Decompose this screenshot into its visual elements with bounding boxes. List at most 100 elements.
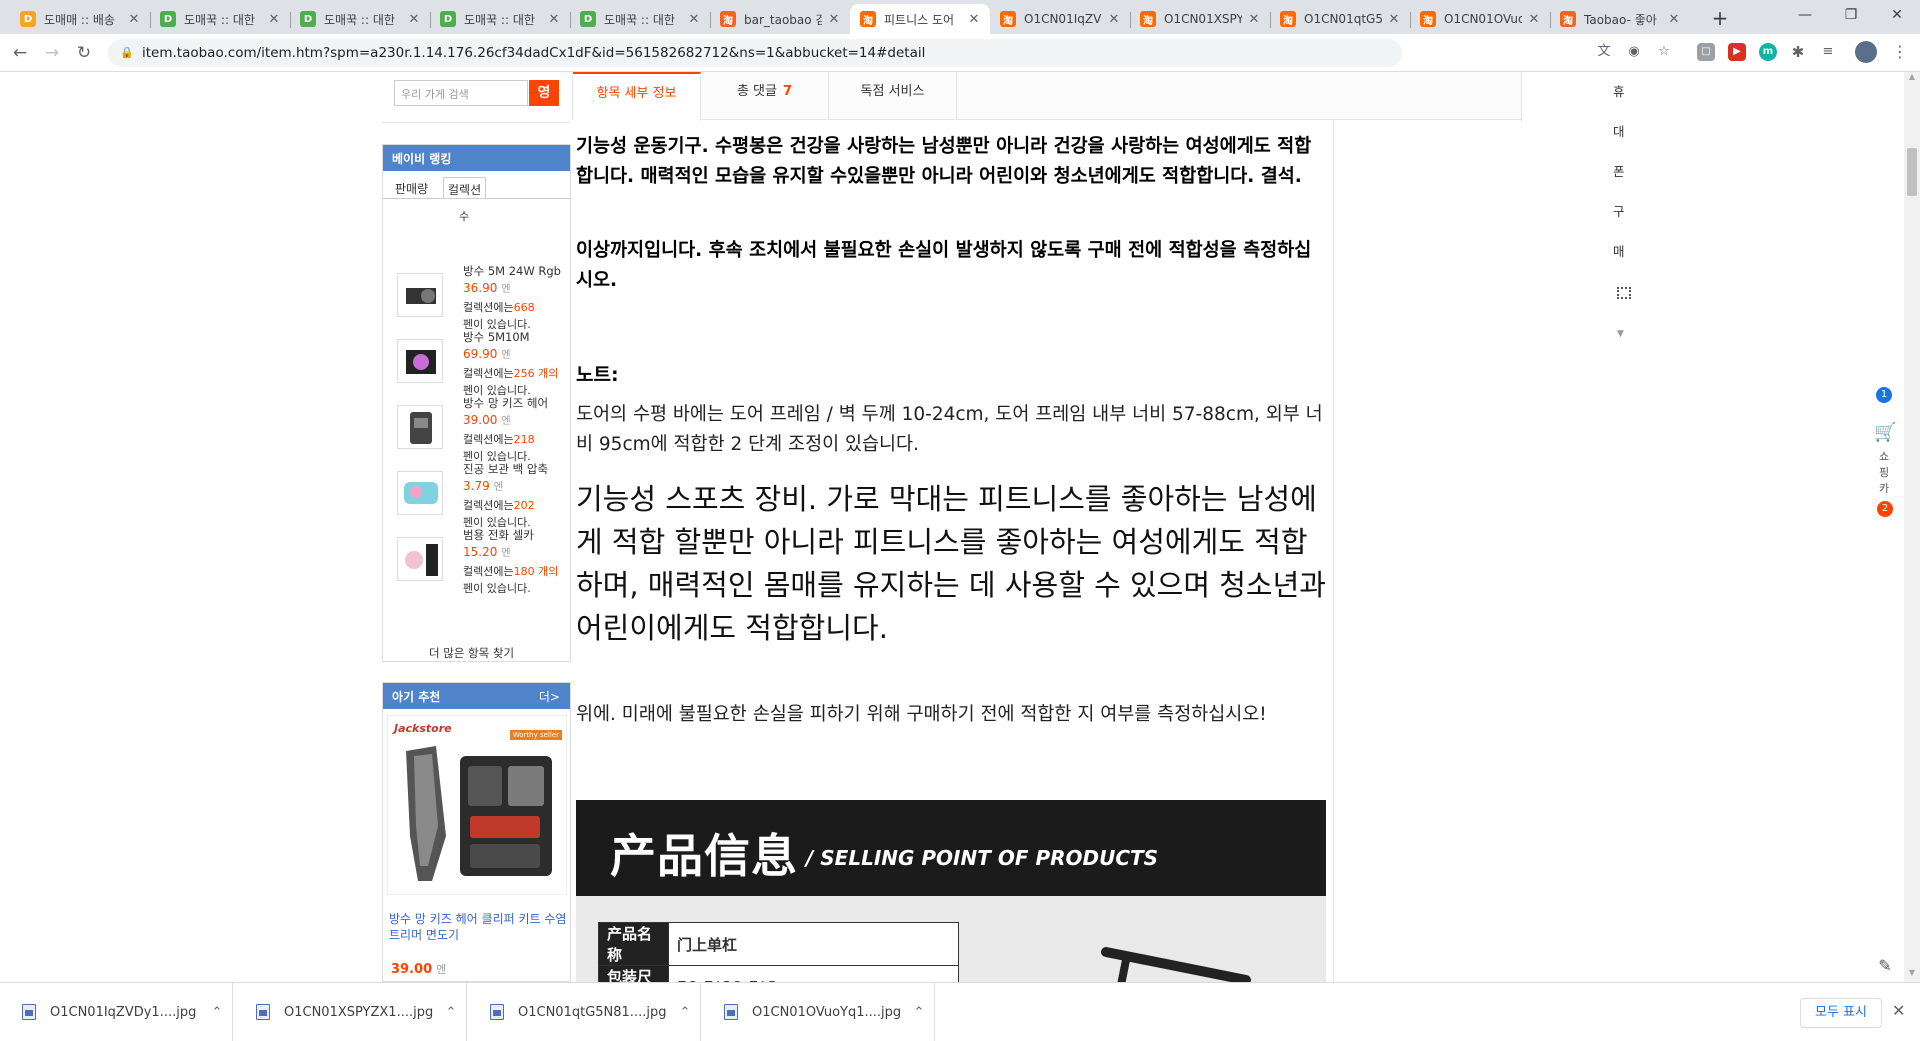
ranking-item-thumbnail[interactable] xyxy=(397,339,443,383)
restore-button[interactable]: ❐ xyxy=(1828,0,1874,30)
cart-label[interactable]: 쇼핑카 xyxy=(1879,449,1891,497)
scroll-thumb[interactable] xyxy=(1907,148,1917,196)
browser-toolbar: ← → ↻ 🔒 item.taobao.com/item.htm?spm=a23… xyxy=(0,34,1920,72)
back-button[interactable]: ← xyxy=(8,41,32,65)
recommend-more-link[interactable]: 더> xyxy=(539,688,560,705)
ranking-item-thumbnail[interactable] xyxy=(397,537,443,581)
ranking-item-thumbnail[interactable] xyxy=(397,471,443,515)
ranking-tab-collection[interactable]: 컬렉션 xyxy=(443,177,487,199)
chevron-up-icon[interactable]: ⌃ xyxy=(436,1005,466,1020)
tab-close-icon[interactable]: ✕ xyxy=(1106,12,1122,27)
desc-large-text: 기능성 스포츠 장비. 가로 막대는 피트니스를 좋아하는 남성에게 적합 할뿐… xyxy=(576,482,1326,645)
browser-tab[interactable]: 淘 O1CN01qtG5N ✕ xyxy=(1270,4,1410,34)
forward-button[interactable]: → xyxy=(40,41,64,65)
browser-tab[interactable]: D 도매꾹 :: 대한 ✕ xyxy=(290,4,430,34)
browser-tab[interactable]: D 도매꾹 :: 대한 ✕ xyxy=(570,4,710,34)
browser-tab[interactable]: D 도매꾹 :: 대한 ✕ xyxy=(430,4,570,34)
browser-tab[interactable]: 淘 Taobao- 좋아 ✕ xyxy=(1550,4,1690,34)
browser-tab[interactable]: 淘 피트니스 도어 ✕ xyxy=(850,4,990,34)
ranking-item-thumbnail[interactable] xyxy=(397,273,443,317)
tab-close-icon[interactable]: ✕ xyxy=(686,12,702,27)
tab-close-icon[interactable]: ✕ xyxy=(126,12,142,27)
ranking-tab-sales[interactable]: 판매량 xyxy=(391,177,432,199)
note-text: 도어의 수평 바에는 도어 프레임 / 벽 두께 10-24cm, 도어 프레임… xyxy=(576,404,1323,455)
profile-avatar[interactable] xyxy=(1855,41,1877,63)
recommend-product-image[interactable]: Jackstore Worthy seller xyxy=(387,715,567,895)
extension-m-icon[interactable]: m xyxy=(1759,43,1777,61)
store-search-input[interactable]: 우리 가게 검색 xyxy=(394,80,528,106)
tab-item-details[interactable]: 항목 세부 정보 xyxy=(573,72,701,121)
browser-tab[interactable]: 淘 O1CN01IqZVD ✕ xyxy=(990,4,1130,34)
download-item[interactable]: O1CN01XSPYZX1....jpg ⌃ xyxy=(234,983,467,1041)
tab-close-icon[interactable]: ✕ xyxy=(1666,12,1682,27)
pencil-icon[interactable]: ✎ xyxy=(1874,956,1896,975)
tab-reviews[interactable]: 총 댓글 7 xyxy=(701,72,829,120)
page-scrollbar[interactable]: ▲ ▼ xyxy=(1904,72,1920,982)
ranking-item-name[interactable]: 진공 보관 백 압축 xyxy=(463,461,569,477)
floating-toolbar: 1 🛒 쇼핑카 2 ✎ ⤒ xyxy=(1866,144,1904,982)
close-download-bar-icon[interactable]: ✕ xyxy=(1892,1001,1905,1020)
tab-close-icon[interactable]: ✕ xyxy=(546,12,562,27)
download-item[interactable]: O1CN01IqZVDy1....jpg ⌃ xyxy=(0,983,233,1041)
eye-off-icon[interactable]: ◉ xyxy=(1624,42,1644,62)
ranking-item-thumbnail[interactable] xyxy=(397,405,443,449)
extension-red-icon[interactable]: ▶ xyxy=(1728,43,1746,61)
ranking-price-value: 39.00 xyxy=(463,413,498,427)
reload-button[interactable]: ↻ xyxy=(72,41,96,65)
content-right-border xyxy=(1333,120,1334,982)
chevron-up-icon[interactable]: ⌃ xyxy=(904,1005,934,1020)
notify-badge[interactable]: 1 xyxy=(1876,387,1892,403)
menu-kebab-icon[interactable]: ⋮ xyxy=(1890,42,1910,62)
tab-exclusive-service[interactable]: 독점 서비스 xyxy=(829,72,957,120)
tab-close-icon[interactable]: ✕ xyxy=(1526,12,1542,27)
download-filename: O1CN01XSPYZX1....jpg xyxy=(284,1004,434,1020)
tab-close-icon[interactable]: ✕ xyxy=(1246,12,1262,27)
scroll-down-arrow[interactable]: ▼ xyxy=(1904,968,1920,982)
extension-page-icon[interactable]: □ xyxy=(1697,43,1715,61)
ranking-item-price: 3.79 엔 xyxy=(463,478,503,493)
bookmark-star-icon[interactable]: ☆ xyxy=(1654,42,1674,62)
address-bar[interactable]: 🔒 item.taobao.com/item.htm?spm=a230r.1.1… xyxy=(108,39,1402,67)
ranking-price-value: 3.79 xyxy=(463,479,490,493)
ranking-item[interactable]: 범용 전화 셀카 15.20 엔 컬렉션에는180 개의 펜이 있습니다. xyxy=(397,527,569,607)
tab-close-icon[interactable]: ✕ xyxy=(1386,12,1402,27)
store-search-button[interactable]: 영 xyxy=(529,80,559,106)
browser-tab[interactable]: D 도매꾹 :: 대한 ✕ xyxy=(150,4,290,34)
close-window-button[interactable]: ✕ xyxy=(1874,0,1920,30)
browser-tab[interactable]: D 도매매 :: 배송 ✕ xyxy=(10,4,150,34)
extensions-puzzle-icon[interactable]: ✱ xyxy=(1788,42,1808,62)
spec-key: 包装尺寸 xyxy=(598,965,669,982)
ranking-item-name[interactable]: 방수 망 키즈 헤어 xyxy=(463,395,569,411)
collect-prefix: 컬렉션에는 xyxy=(463,499,514,512)
chevron-up-icon[interactable]: ⌃ xyxy=(202,1005,232,1020)
ranking-item-name[interactable]: 방수 5M10M xyxy=(463,329,569,345)
tab-close-icon[interactable]: ✕ xyxy=(966,12,982,27)
tab-close-icon[interactable]: ✕ xyxy=(266,12,282,27)
recommend-product-name[interactable]: 방수 망 키즈 헤어 클리퍼 키트 수염 트리머 면도기 xyxy=(389,911,567,943)
ranking-more-link[interactable]: 더 많은 항목 찾기 xyxy=(429,645,514,661)
ranking-item-name[interactable]: 범용 전화 셀카 xyxy=(463,527,569,543)
cart-icon[interactable]: 🛒 xyxy=(1874,422,1896,443)
tab-close-icon[interactable]: ✕ xyxy=(826,12,842,27)
spec-key: 产品名称 xyxy=(598,922,669,966)
minimize-button[interactable]: — xyxy=(1782,0,1828,30)
collect-count: 256 개의 xyxy=(513,367,559,380)
download-filename: O1CN01qtG5N81....jpg xyxy=(518,1004,667,1020)
ranking-item-name[interactable]: 방수 5M 24W Rgb xyxy=(463,263,569,279)
browser-tab[interactable]: 淘 bar_taobao 검 ✕ xyxy=(710,4,850,34)
new-tab-button[interactable]: + xyxy=(1708,6,1732,30)
info-title-zh: 产品信息 xyxy=(610,829,798,883)
translate-icon[interactable]: 文 xyxy=(1594,42,1614,62)
download-item[interactable]: O1CN01OVuoYq1....jpg ⌃ xyxy=(702,983,935,1041)
chevron-up-icon[interactable]: ⌃ xyxy=(670,1005,700,1020)
tab-mobile-purchase[interactable]: 휴대폰 구매 ▼ xyxy=(1613,72,1631,339)
download-item[interactable]: O1CN01qtG5N81....jpg ⌃ xyxy=(468,983,701,1041)
browser-tab[interactable]: 淘 O1CN01XSPYZ ✕ xyxy=(1130,4,1270,34)
tab-close-icon[interactable]: ✕ xyxy=(406,12,422,27)
tab-favicon-icon: D xyxy=(440,11,456,27)
browser-tab[interactable]: 淘 O1CN01OVuo ✕ xyxy=(1410,4,1550,34)
reading-list-icon[interactable]: ≡ xyxy=(1818,42,1838,62)
collect-prefix: 컬렉션에는 xyxy=(463,433,514,446)
scroll-up-arrow[interactable]: ▲ xyxy=(1904,72,1920,86)
show-all-downloads-button[interactable]: 모두 표시 xyxy=(1800,998,1882,1028)
